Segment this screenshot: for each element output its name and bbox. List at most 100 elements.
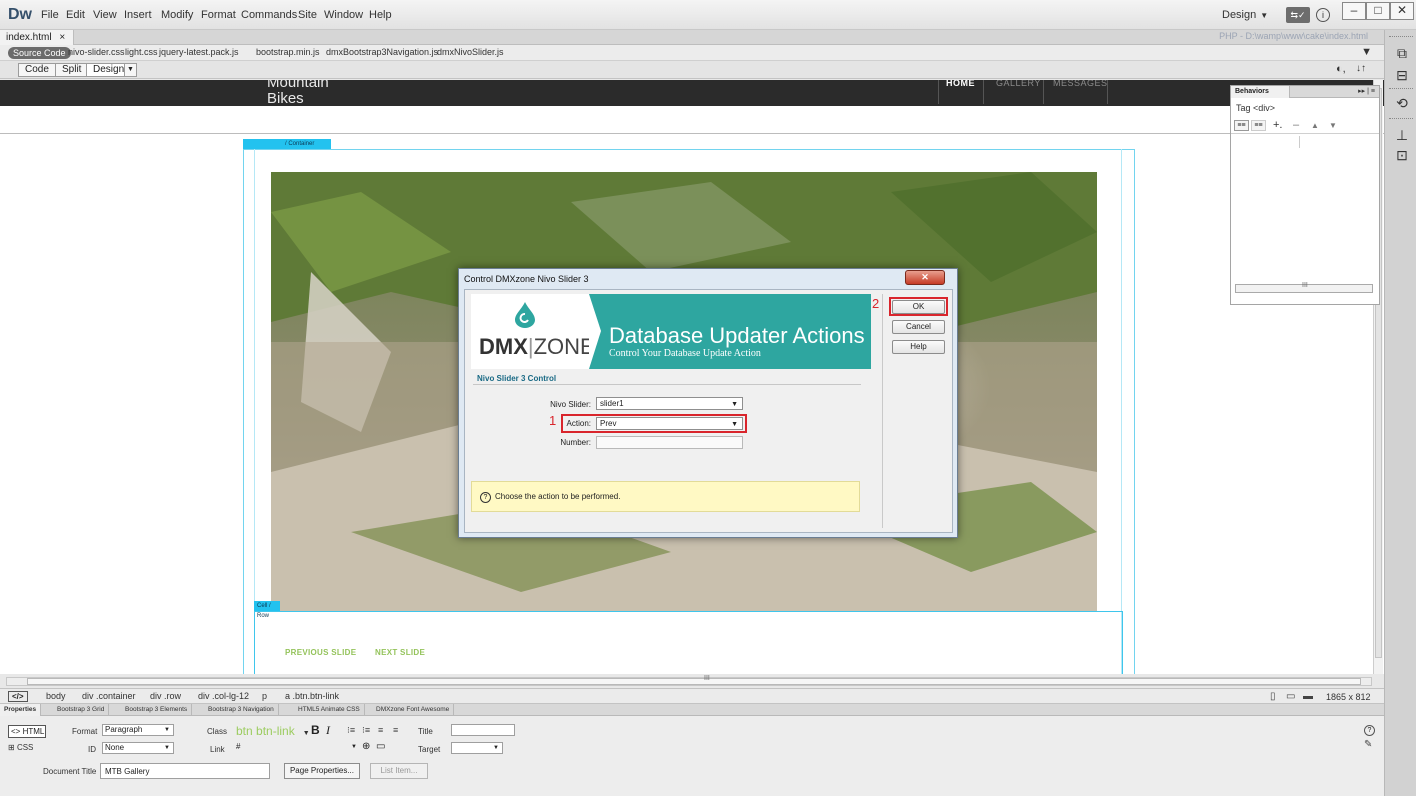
related-file-dmx-navigation[interactable]: dmxBootstrap3Navigation.js: [326, 47, 438, 57]
menu-edit[interactable]: Edit: [66, 9, 85, 21]
title-input[interactable]: [451, 724, 515, 736]
info-icon[interactable]: i: [1316, 8, 1330, 22]
tab-html5-animate[interactable]: HTML5 Animate CSS: [294, 704, 365, 716]
add-behavior-icon[interactable]: +.: [1273, 119, 1282, 131]
panel-grip[interactable]: [1389, 36, 1413, 39]
help-icon[interactable]: ?: [1364, 725, 1375, 736]
id-select[interactable]: None ▼: [102, 742, 174, 754]
menu-insert[interactable]: Insert: [124, 9, 152, 21]
html-mode-button[interactable]: <> HTML: [8, 725, 46, 738]
document-title-input[interactable]: MTB Gallery: [100, 763, 270, 779]
menu-site[interactable]: Site: [298, 9, 317, 21]
outdent-icon[interactable]: ≡: [378, 725, 383, 735]
link-input[interactable]: # ▼: [234, 742, 360, 754]
preview-browser-icon[interactable]: ◐,: [1336, 63, 1346, 75]
site-nav-messages[interactable]: MESSAGES: [1053, 80, 1108, 88]
italic-button[interactable]: I: [326, 723, 330, 738]
site-nav-gallery[interactable]: GALLERY: [996, 80, 1041, 88]
browse-folder-icon[interactable]: ▭: [376, 741, 385, 752]
source-code-button[interactable]: Source Code: [8, 47, 71, 59]
sync-settings-icon[interactable]: ⇆✓: [1286, 7, 1310, 23]
horizontal-scrollbar-thumb[interactable]: III: [27, 675, 1361, 685]
horizontal-scrollbar[interactable]: III: [6, 675, 1372, 686]
tab-bootstrap-elements[interactable]: Bootstrap 3 Elements: [121, 704, 193, 716]
dom-panel-icon[interactable]: ⊥: [1393, 126, 1411, 144]
menu-view[interactable]: View: [93, 9, 117, 21]
behaviors-scrollbar[interactable]: III: [1235, 282, 1373, 293]
menu-file[interactable]: File: [41, 9, 59, 21]
desktop-size-icon[interactable]: ▬: [1303, 691, 1313, 702]
site-nav-home[interactable]: HOME: [946, 80, 975, 88]
remove-behavior-icon[interactable]: –: [1293, 119, 1299, 131]
tag-crumb-row[interactable]: div .row: [150, 691, 181, 701]
menu-help[interactable]: Help: [369, 9, 392, 21]
related-file-jquery[interactable]: jquery-latest.pack.js: [159, 47, 239, 57]
window-size-dropdown[interactable]: 1865 x 812: [1326, 692, 1371, 702]
show-all-events-icon[interactable]: ≡≡: [1251, 120, 1266, 131]
tab-font-awesome[interactable]: DMXzone Font Awesome: [372, 704, 455, 716]
menu-window[interactable]: Window: [324, 9, 363, 21]
container-guide-label[interactable]: / Container: [243, 139, 331, 149]
page-properties-button[interactable]: Page Properties...: [284, 763, 360, 779]
related-file-bootstrap[interactable]: bootstrap.min.js: [256, 47, 320, 57]
file-management-icon[interactable]: ↓↑: [1356, 63, 1366, 74]
close-window-button[interactable]: ✕: [1390, 2, 1414, 20]
list-item-button[interactable]: List Item...: [370, 763, 428, 779]
cancel-button[interactable]: Cancel: [892, 320, 945, 334]
mobile-size-icon[interactable]: ▯: [1270, 691, 1276, 702]
indent-icon[interactable]: ≡: [393, 725, 398, 735]
workspace-switcher[interactable]: Design ▼: [1222, 9, 1268, 21]
related-file-nivo-slider-css[interactable]: nivo-slider.css: [68, 47, 125, 57]
chevron-down-icon[interactable]: ▼: [124, 63, 137, 77]
close-icon[interactable]: ×: [59, 32, 65, 43]
tab-properties[interactable]: Properties: [0, 704, 42, 716]
code-view-button[interactable]: Code: [18, 63, 56, 77]
help-button[interactable]: Help: [892, 340, 945, 354]
bold-button[interactable]: B: [311, 723, 320, 737]
close-icon[interactable]: ✕: [905, 270, 945, 285]
tag-crumb-a[interactable]: a .btn.btn-link: [285, 691, 339, 701]
number-input[interactable]: [596, 436, 743, 449]
related-file-light-css[interactable]: light.css: [125, 47, 158, 57]
tablet-size-icon[interactable]: ▭: [1286, 691, 1295, 702]
maximize-button[interactable]: □: [1366, 2, 1390, 20]
tag-crumb-body[interactable]: body: [46, 691, 66, 701]
ok-button[interactable]: OK: [892, 300, 945, 314]
show-set-events-icon[interactable]: ≡≡: [1234, 120, 1249, 131]
target-select[interactable]: ▼: [451, 742, 503, 754]
menu-modify[interactable]: Modify: [161, 9, 193, 21]
ordered-list-icon[interactable]: ⁝≡: [362, 725, 370, 736]
next-slide-link[interactable]: NEXT SLIDE: [375, 648, 425, 657]
tag-crumb-p[interactable]: p: [262, 691, 267, 701]
move-down-icon[interactable]: ▼: [1329, 121, 1337, 130]
action-select[interactable]: Prev ▼: [596, 417, 743, 430]
code-icon[interactable]: </>: [8, 691, 28, 702]
tab-bootstrap-navigation[interactable]: Bootstrap 3 Navigation: [204, 704, 279, 716]
insert-panel-icon[interactable]: ⧉: [1393, 44, 1411, 62]
minimize-button[interactable]: –: [1342, 2, 1366, 20]
document-tab[interactable]: index.html ×: [0, 30, 75, 45]
snippets-panel-icon[interactable]: ⊡: [1393, 146, 1411, 164]
unordered-list-icon[interactable]: ⁝≡: [347, 725, 355, 736]
filter-icon[interactable]: ▼: [1361, 46, 1372, 58]
nivo-slider-select[interactable]: slider1 ▼: [596, 397, 743, 410]
point-to-file-icon[interactable]: ⊕: [362, 741, 370, 752]
tag-crumb-col[interactable]: div .col-lg-12: [198, 691, 249, 701]
related-file-dmx-nivo[interactable]: dmxNivoSlider.js: [437, 47, 504, 57]
panel-grip[interactable]: [1389, 88, 1413, 91]
quick-tag-editor-icon[interactable]: ✎: [1364, 739, 1372, 750]
move-up-icon[interactable]: ▲: [1311, 121, 1319, 130]
class-select[interactable]: btn btn-link ▼: [236, 724, 310, 738]
menu-format[interactable]: Format: [201, 9, 236, 21]
split-view-button[interactable]: Split: [55, 63, 89, 77]
cell-row-guide-label[interactable]: Cell / Row: [254, 601, 280, 619]
behaviors-tab[interactable]: Behaviors: [1231, 86, 1290, 98]
menu-commands[interactable]: Commands: [241, 9, 297, 21]
tab-bootstrap-grid[interactable]: Bootstrap 3 Grid: [53, 704, 110, 716]
behaviors-panel-icon[interactable]: ⟲: [1393, 94, 1411, 112]
tag-crumb-container[interactable]: div .container: [82, 691, 136, 701]
panel-menu-icon[interactable]: ▸▸ | ≡: [1358, 86, 1375, 98]
previous-slide-link[interactable]: PREVIOUS SLIDE: [285, 648, 356, 657]
panel-grip[interactable]: [1389, 118, 1413, 121]
css-designer-icon[interactable]: ⊟: [1393, 66, 1411, 84]
